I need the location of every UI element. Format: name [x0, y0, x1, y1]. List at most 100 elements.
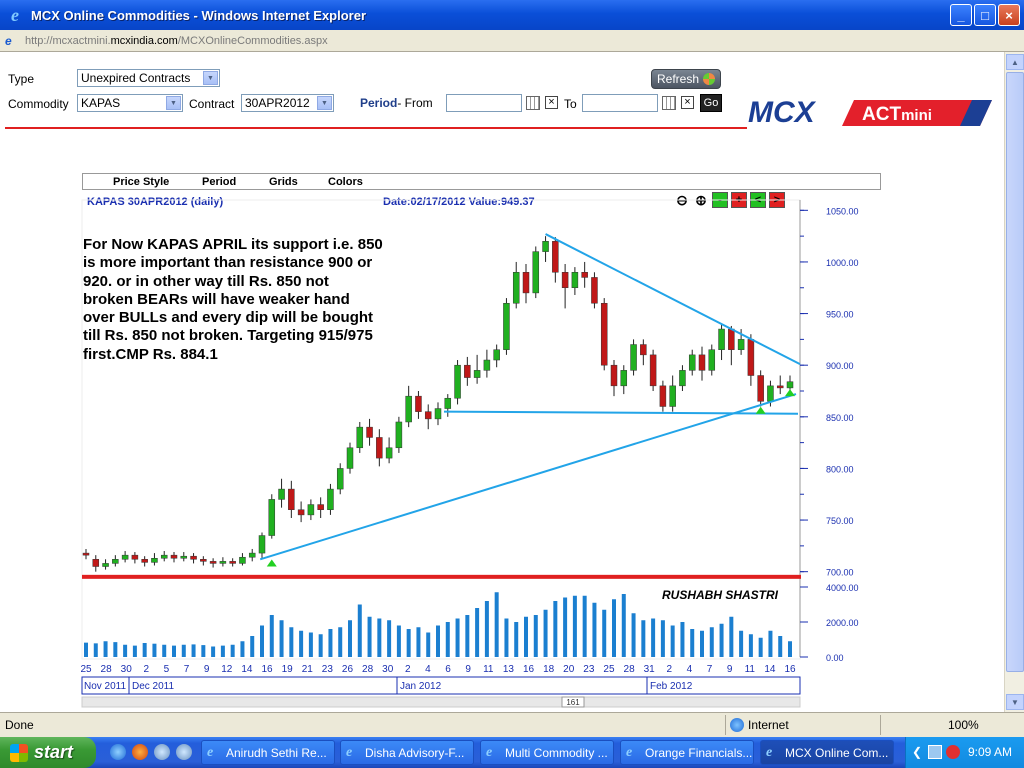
x-tick-label: 18 [543, 664, 555, 675]
candle-body [258, 535, 266, 554]
horizontal-support-line [443, 410, 799, 415]
taskbar-item[interactable]: e Disha Advisory-F... [340, 740, 474, 765]
volume-bar [211, 646, 216, 657]
volume-bar [152, 643, 157, 657]
volume-bar [680, 622, 685, 657]
vertical-scrollbar[interactable]: ▲ ▼ [1004, 52, 1024, 712]
candle-body [610, 364, 618, 387]
price-tick-label: 750.00 [826, 516, 854, 526]
ie-icon: e [486, 745, 493, 760]
x-tick-label: 12 [221, 664, 233, 675]
volume-bar [113, 642, 118, 657]
taskbar-item[interactable]: e Multi Commodity ... [480, 740, 614, 765]
price-tick-label: 1000.00 [826, 258, 859, 268]
candle-body [493, 349, 500, 361]
candle-body [571, 272, 579, 289]
volume-bar [631, 613, 636, 657]
candle-body [278, 488, 285, 500]
title-bar: e MCX Online Commodities - Windows Inter… [0, 0, 1024, 30]
ie-quicklaunch-icon[interactable] [110, 744, 126, 760]
candle-body [317, 504, 324, 510]
x-tick-label: 21 [302, 664, 314, 675]
volume-bar [690, 629, 695, 657]
app-quicklaunch-icon[interactable] [154, 744, 170, 760]
volume-bar [475, 608, 480, 657]
volume-bar [700, 630, 704, 657]
x-tick-label: 11 [745, 664, 756, 675]
candle-body [151, 558, 158, 563]
volume-bar [709, 627, 714, 657]
x-tick-label: 11 [483, 664, 494, 675]
candle-body [659, 385, 667, 407]
candle-body [180, 555, 188, 559]
volume-bar [651, 618, 656, 657]
candle-body [366, 426, 373, 438]
firefox-quicklaunch-icon[interactable] [132, 744, 148, 760]
maximize-button[interactable]: □ [974, 4, 996, 26]
app-quicklaunch-icon[interactable] [176, 744, 192, 760]
candle-body [229, 561, 236, 564]
author-signature: RUSHABH SHASTRI [662, 588, 779, 602]
chevron-left-icon[interactable]: ❮ [912, 745, 926, 759]
scroll-down-icon[interactable]: ▼ [1006, 694, 1024, 710]
taskbar-item[interactable]: e Anirudh Sethi Re... [201, 740, 335, 765]
volume-bar [768, 630, 773, 657]
volume-bar [778, 636, 783, 657]
network-icon[interactable] [928, 745, 942, 759]
volume-bar [357, 604, 362, 657]
volume-bar [142, 643, 147, 657]
candle-body [581, 272, 588, 278]
candle-body [239, 556, 246, 564]
candle-body [209, 561, 217, 564]
candle-body [747, 339, 755, 376]
volume-bar [289, 627, 294, 657]
volume-bar [514, 622, 519, 657]
buy-arrow-icon [266, 559, 277, 567]
volume-bar [504, 618, 509, 657]
url-text[interactable]: http://mcxactmini.mcxindia.com/MCXOnline… [25, 35, 328, 47]
x-tick-label: 6 [445, 664, 451, 675]
candle-body [532, 251, 540, 294]
volume-bar [269, 615, 274, 657]
candle-body [503, 302, 510, 350]
x-tick-label: 14 [764, 664, 776, 675]
start-button[interactable]: start [0, 737, 96, 768]
ie-icon: e [626, 745, 633, 760]
volume-bar [338, 627, 343, 657]
zoom-level[interactable]: 100% [948, 718, 979, 732]
x-tick-label: 31 [644, 664, 656, 675]
taskbar-item[interactable]: e Orange Financials... [620, 740, 754, 765]
volume-bar [563, 597, 568, 657]
price-tick-label: 850.00 [826, 413, 854, 423]
scroll-up-icon[interactable]: ▲ [1006, 54, 1024, 70]
volume-bar [582, 595, 587, 657]
close-button[interactable]: × [998, 4, 1020, 26]
x-tick-label: 9 [727, 664, 733, 675]
candle-body [679, 370, 686, 387]
x-tick-label: 28 [101, 664, 113, 675]
ie-icon: e [207, 745, 214, 760]
antivirus-icon[interactable] [946, 745, 960, 759]
candle-body [415, 395, 422, 412]
chart-scrollbar [81, 696, 801, 708]
candle-body [718, 328, 725, 350]
system-tray: ❮ 9:09 AM [905, 737, 1024, 768]
page-content: Type Unexpired Contracts ▼ Commodity KAP… [0, 52, 1004, 712]
x-tick-label: 28 [624, 664, 636, 675]
scroll-thumb[interactable] [1006, 72, 1024, 672]
volume-bar [123, 644, 128, 657]
taskbar-item-active[interactable]: e MCX Online Com... [760, 740, 894, 765]
analysis-annotation: For Now KAPAS APRIL its support i.e. 850… [83, 236, 383, 363]
address-bar[interactable]: e http://mcxactmini.mcxindia.com/MCXOnli… [0, 30, 1024, 52]
candle-body [395, 421, 403, 449]
x-tick-label: 2 [144, 664, 150, 675]
candle-body [444, 397, 452, 409]
volume-bar [367, 616, 372, 657]
candle-body [669, 385, 676, 407]
candle-body [121, 554, 129, 560]
status-bar: Done Internet 100% [0, 712, 1024, 737]
x-tick-label: 28 [362, 664, 374, 675]
candle-body [160, 554, 168, 559]
ie-icon: e [346, 745, 353, 760]
minimize-button[interactable]: _ [950, 4, 972, 26]
